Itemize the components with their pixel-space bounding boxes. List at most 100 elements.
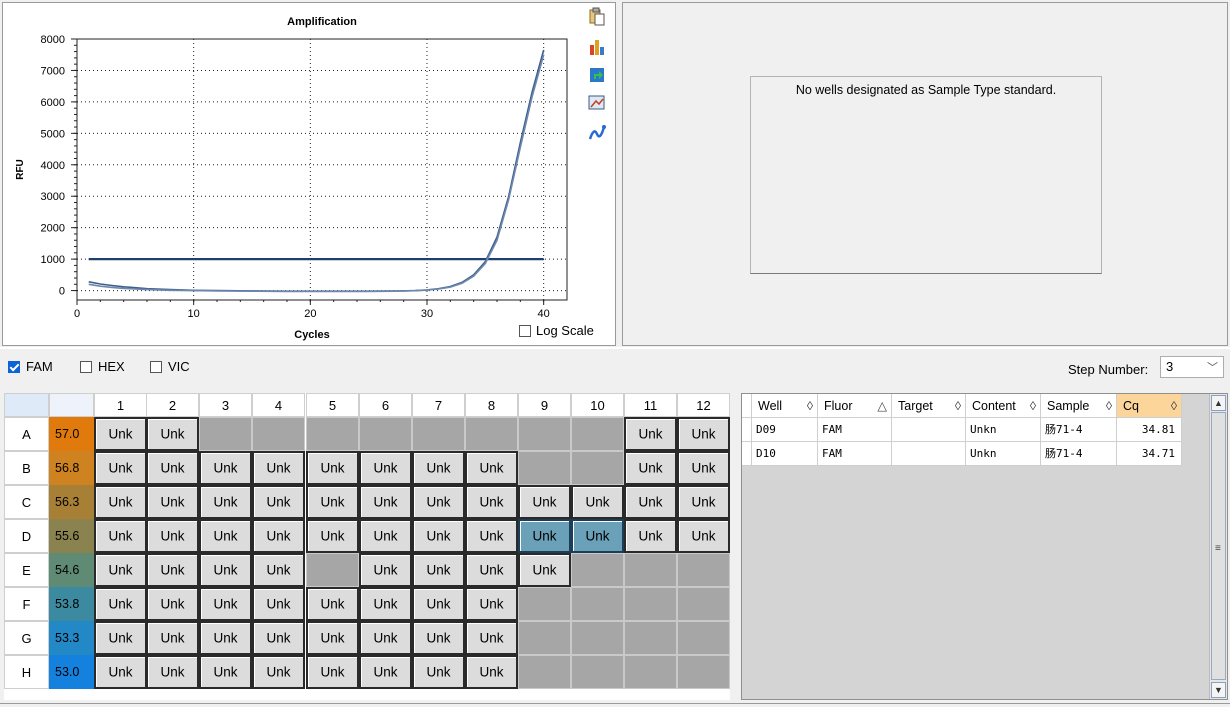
well-F8[interactable]: Unk: [465, 587, 518, 621]
well-C12[interactable]: Unk: [677, 485, 730, 519]
well-F11[interactable]: [624, 587, 677, 621]
well-F2[interactable]: Unk: [146, 587, 199, 621]
sort-icon[interactable]: ◊: [1106, 394, 1112, 418]
well-G6[interactable]: Unk: [359, 621, 412, 655]
sort-icon[interactable]: ◊: [1030, 394, 1036, 418]
cell-target[interactable]: [892, 442, 966, 466]
well-C3[interactable]: Unk: [199, 485, 252, 519]
well-G7[interactable]: Unk: [412, 621, 465, 655]
well-E2[interactable]: Unk: [146, 553, 199, 587]
step-number-select[interactable]: 3 ﹀: [1160, 356, 1224, 378]
well-B6[interactable]: Unk: [359, 451, 412, 485]
column-header-9[interactable]: 9: [518, 393, 571, 417]
cell-content[interactable]: Unkn: [966, 442, 1041, 466]
well-B5[interactable]: Unk: [306, 451, 359, 485]
well-E6[interactable]: Unk: [359, 553, 412, 587]
well-C9[interactable]: Unk: [518, 485, 571, 519]
well-D10[interactable]: Unk: [571, 519, 624, 553]
well-D7[interactable]: Unk: [412, 519, 465, 553]
cell-cq[interactable]: 34.71: [1117, 442, 1182, 466]
curve-settings-icon[interactable]: [587, 123, 607, 143]
well-A6[interactable]: [359, 417, 412, 451]
well-A8[interactable]: [465, 417, 518, 451]
cell-well[interactable]: D09: [752, 418, 818, 442]
well-E11[interactable]: [624, 553, 677, 587]
sort-icon[interactable]: △: [877, 394, 887, 418]
well-B8[interactable]: Unk: [465, 451, 518, 485]
well-A7[interactable]: [412, 417, 465, 451]
well-D4[interactable]: Unk: [252, 519, 305, 553]
well-E1[interactable]: Unk: [94, 553, 147, 587]
well-G4[interactable]: Unk: [252, 621, 305, 655]
well-C8[interactable]: Unk: [465, 485, 518, 519]
well-D9[interactable]: Unk: [518, 519, 571, 553]
well-E9[interactable]: Unk: [518, 553, 571, 587]
well-F5[interactable]: Unk: [306, 587, 359, 621]
copy-icon[interactable]: [587, 7, 607, 27]
well-F1[interactable]: Unk: [94, 587, 147, 621]
fluor-hex-toggle[interactable]: HEX: [80, 359, 125, 374]
well-B12[interactable]: Unk: [677, 451, 730, 485]
log-scale-toggle[interactable]: Log Scale: [519, 323, 594, 338]
well-H8[interactable]: Unk: [465, 655, 518, 689]
column-header-4[interactable]: 4: [252, 393, 305, 417]
well-D5[interactable]: Unk: [306, 519, 359, 553]
well-H3[interactable]: Unk: [199, 655, 252, 689]
export-icon[interactable]: [587, 65, 607, 85]
well-C11[interactable]: Unk: [624, 485, 677, 519]
well-C4[interactable]: Unk: [252, 485, 305, 519]
well-F6[interactable]: Unk: [359, 587, 412, 621]
well-D11[interactable]: Unk: [624, 519, 677, 553]
well-G5[interactable]: Unk: [306, 621, 359, 655]
sort-icon[interactable]: ◊: [807, 394, 813, 418]
well-F3[interactable]: Unk: [199, 587, 252, 621]
column-header-target[interactable]: Target ◊: [892, 394, 966, 418]
well-H7[interactable]: Unk: [412, 655, 465, 689]
column-header-12[interactable]: 12: [677, 393, 730, 417]
well-D6[interactable]: Unk: [359, 519, 412, 553]
well-E12[interactable]: [677, 553, 730, 587]
fluor-vic-toggle[interactable]: VIC: [150, 359, 190, 374]
log-scale-checkbox[interactable]: [519, 324, 531, 337]
well-F9[interactable]: [518, 587, 571, 621]
scroll-up-button[interactable]: ▲: [1211, 395, 1226, 411]
vertical-scrollbar[interactable]: ▲ ≡ ▼: [1209, 394, 1227, 699]
cell-sample[interactable]: 肠71-4: [1041, 442, 1117, 466]
column-header-5[interactable]: 5: [306, 393, 359, 417]
well-A4[interactable]: [252, 417, 305, 451]
chart-bars-icon[interactable]: [587, 37, 607, 57]
well-E5[interactable]: [306, 553, 359, 587]
well-A2[interactable]: Unk: [146, 417, 199, 451]
well-C2[interactable]: Unk: [146, 485, 199, 519]
row-header-A[interactable]: A: [4, 417, 49, 451]
well-C1[interactable]: Unk: [94, 485, 147, 519]
column-header-content[interactable]: Content ◊: [966, 394, 1041, 418]
well-E3[interactable]: Unk: [199, 553, 252, 587]
well-B7[interactable]: Unk: [412, 451, 465, 485]
fluor-fam-toggle[interactable]: FAM: [8, 359, 53, 374]
well-B2[interactable]: Unk: [146, 451, 199, 485]
cell-target[interactable]: [892, 418, 966, 442]
cell-content[interactable]: Unkn: [966, 418, 1041, 442]
scroll-thumb[interactable]: ≡: [1211, 412, 1226, 680]
column-header-11[interactable]: 11: [624, 393, 677, 417]
well-G11[interactable]: [624, 621, 677, 655]
well-A12[interactable]: Unk: [677, 417, 730, 451]
well-H6[interactable]: Unk: [359, 655, 412, 689]
column-header-6[interactable]: 6: [359, 393, 412, 417]
column-header-8[interactable]: 8: [465, 393, 518, 417]
column-header-10[interactable]: 10: [571, 393, 624, 417]
well-G1[interactable]: Unk: [94, 621, 147, 655]
well-G3[interactable]: Unk: [199, 621, 252, 655]
well-G9[interactable]: [518, 621, 571, 655]
column-header-3[interactable]: 3: [199, 393, 252, 417]
well-H5[interactable]: Unk: [306, 655, 359, 689]
well-C5[interactable]: Unk: [306, 485, 359, 519]
well-A10[interactable]: [571, 417, 624, 451]
well-F12[interactable]: [677, 587, 730, 621]
well-C6[interactable]: Unk: [359, 485, 412, 519]
row-header-E[interactable]: E: [4, 553, 49, 587]
well-F10[interactable]: [571, 587, 624, 621]
column-header-cq[interactable]: Cq ◊: [1117, 394, 1182, 418]
fluor-hex-checkbox[interactable]: [80, 360, 92, 373]
